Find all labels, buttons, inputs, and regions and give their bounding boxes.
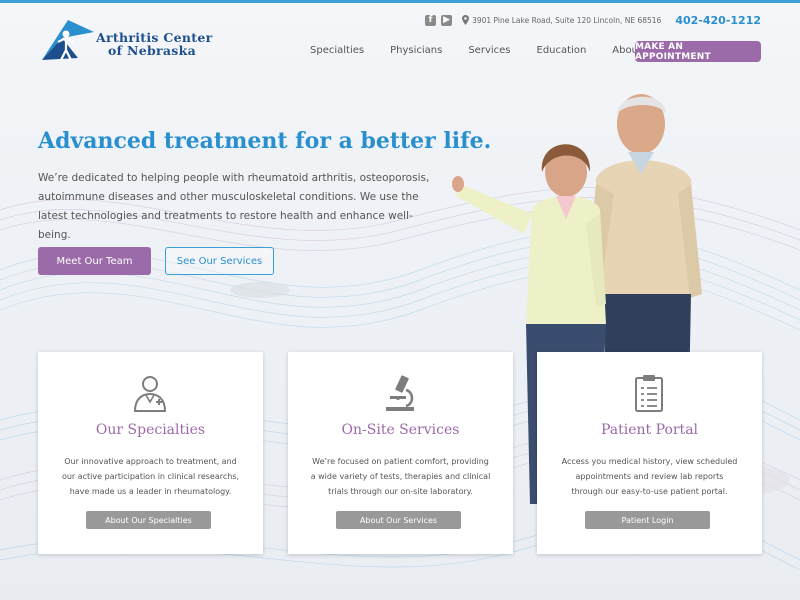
hero-intro: We’re dedicated to helping people with r… xyxy=(38,172,430,241)
nav-physicians[interactable]: Physicians xyxy=(390,45,442,56)
microscope-icon xyxy=(386,375,414,411)
utility-bar: f ▶ 3901 Pine Lake Road, Suite 120 Linco… xyxy=(425,12,761,28)
doctor-icon xyxy=(133,376,167,412)
card-title: Patient Portal xyxy=(600,422,699,438)
address-text: 3901 Pine Lake Road, Suite 120 Lincoln, … xyxy=(472,15,662,25)
about-our-services-button[interactable]: About Our Services xyxy=(336,511,461,529)
card-title: On-Site Services xyxy=(341,422,460,438)
phone-link[interactable]: 402-420-1212 xyxy=(675,14,761,27)
card-description: Access you medical history, view schedul… xyxy=(561,457,738,496)
hero-headline: Advanced treatment for a better life. xyxy=(38,128,492,154)
top-accent-bar xyxy=(0,0,800,3)
see-our-services-button[interactable]: See Our Services xyxy=(165,247,274,275)
card-description: We’re focused on patient comfort, provid… xyxy=(310,457,491,496)
card-patient-portal: Patient Portal Access you medical histor… xyxy=(537,352,762,554)
card-description: Our innovative approach to treatment, an… xyxy=(61,457,240,496)
about-our-specialties-button[interactable]: About Our Specialties xyxy=(86,511,211,529)
main-nav: Specialties Physicians Services Educatio… xyxy=(297,45,655,56)
facebook-icon[interactable]: f xyxy=(425,14,437,26)
site-logo[interactable]: Arthritis Center of Nebraska xyxy=(38,18,228,66)
clipboard-icon xyxy=(635,375,663,412)
youtube-icon[interactable]: ▶ xyxy=(441,14,453,26)
card-title: Our Specialties xyxy=(95,422,206,438)
nav-education[interactable]: Education xyxy=(537,45,587,56)
patient-login-button[interactable]: Patient Login xyxy=(585,511,710,529)
nav-services[interactable]: Services xyxy=(468,45,510,56)
card-onsite-services: On-Site Services We’re focused on patien… xyxy=(288,352,513,554)
make-appointment-button[interactable]: MAKE AN APPOINTMENT xyxy=(635,41,761,62)
logo-mark-icon xyxy=(42,20,94,61)
meet-our-team-button[interactable]: Meet Our Team xyxy=(38,247,151,275)
logo-line-2: of Nebraska xyxy=(108,43,196,58)
card-specialties: Our Specialties Our innovative approach … xyxy=(38,352,263,554)
nav-specialties[interactable]: Specialties xyxy=(310,45,364,56)
map-pin-icon xyxy=(462,15,470,25)
